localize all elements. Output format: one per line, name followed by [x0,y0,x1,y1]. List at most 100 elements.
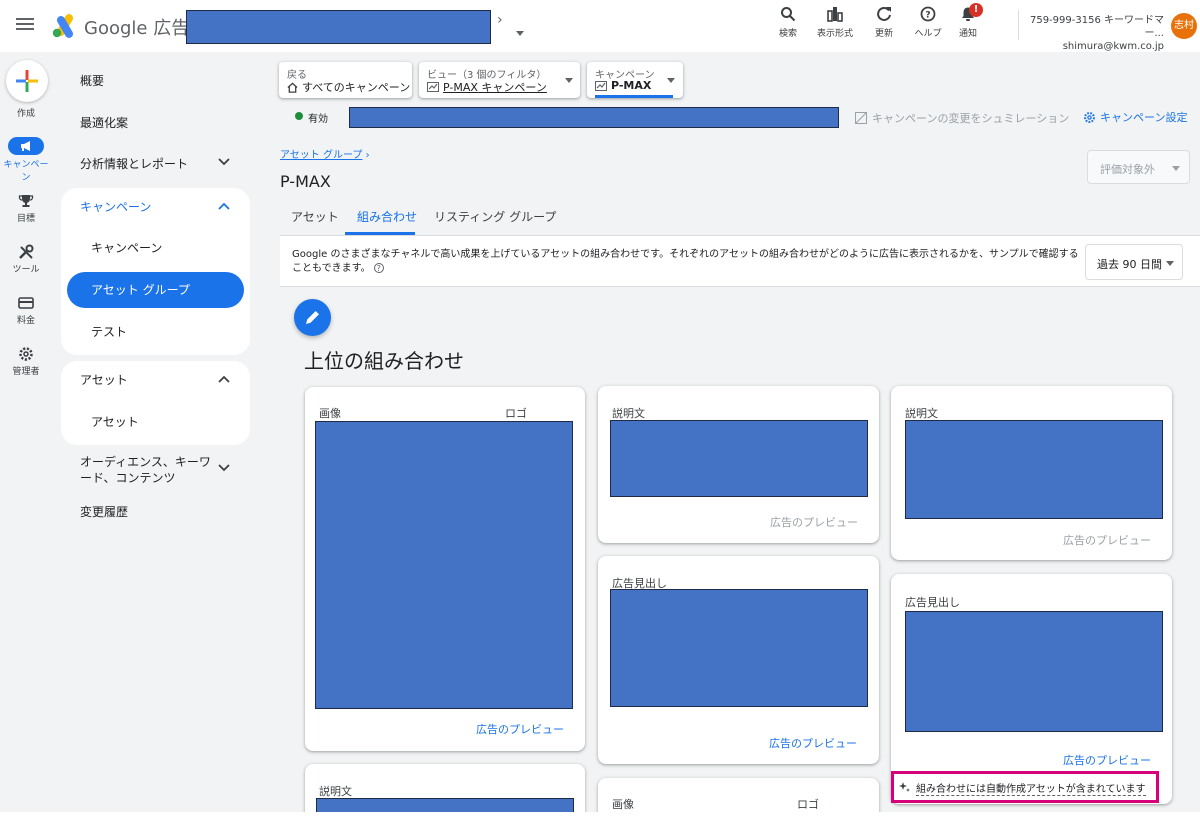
account-info[interactable]: 759-999-3156 キーワードマー... shimura@kwm.co.j… [1026,14,1164,53]
help-icon[interactable]: ? [373,263,384,273]
account-id: 759-999-3156 キーワードマー... [1029,15,1164,39]
image-label: 画像 [319,407,341,420]
sidebar-item-experiments[interactable]: テスト [91,323,127,340]
pmax-campaign-icon [427,82,439,92]
caret-down-icon [1166,261,1174,266]
ad-preview-link[interactable]: 広告のプレビュー [769,735,857,751]
sidebar-group-campaigns-label[interactable]: キャンペーン [80,198,151,215]
sidebar-item-campaigns[interactable]: キャンペーン [91,239,162,256]
section-title: 上位の組み合わせ [304,349,464,373]
sidebar-group-assets-label[interactable]: アセット [80,371,128,388]
sidebar-item-audiences[interactable]: オーディエンス、キーワード、コンテンツ [80,454,215,486]
evaluation-dropdown[interactable]: 評価対象外 [1087,150,1190,184]
date-range-dropdown[interactable]: 過去 90 日間 [1085,244,1183,280]
rail-item-goals[interactable]: 目標 [0,193,52,224]
caret-down-icon [667,78,675,83]
sidebar-item-change-history[interactable]: 変更履歴 [80,503,128,520]
chevron-down-icon[interactable] [218,464,230,472]
sidebar-item-recommendations[interactable]: 最適化案 [80,114,128,131]
credit-card-icon [18,297,34,309]
search-action[interactable]: 検索 [768,6,808,39]
chart-bars-icon [827,7,843,22]
tab-assets[interactable]: アセット [291,208,339,225]
combinations-description-text: Google のさまざまなチャネルで高い成果を上げているアセットの組み合わせです… [292,249,1079,274]
trophy-icon [18,195,34,207]
chevron-down-icon[interactable] [218,158,230,166]
search-icon [781,7,796,22]
ad-preview-link[interactable]: 広告のプレビュー [1063,532,1151,548]
ad-preview-link[interactable]: 広告のプレビュー [1063,752,1151,768]
sidebar-group-assets: アセット アセット [61,361,250,445]
sidebar-item-overview[interactable]: 概要 [80,72,104,89]
notification-badge: ! [969,3,983,17]
rail-item-billing[interactable]: 料金 [0,295,52,326]
back-button[interactable]: 戻る すべてのキャンペーン [279,62,412,98]
gear-icon [19,347,33,361]
sparkle-icon [898,781,910,793]
help-icon: ? [920,6,936,22]
tools-icon [19,244,34,259]
chevron-up-icon[interactable] [218,375,230,383]
edit-button[interactable] [294,299,331,336]
chevron-up-icon[interactable] [218,202,230,210]
description-label: 説明文 [905,407,938,420]
campaign-value: P-MAX [611,79,652,92]
evaluation-value: 評価対象外 [1100,163,1155,176]
display-label: 表示形式 [816,29,853,39]
search-label: 検索 [778,29,797,39]
campaign-name-redaction [349,107,839,128]
view-filter-dropdown[interactable]: ビュー（3 個のフィルタ） P-MAX キャンペーン [419,62,580,98]
create-button[interactable] [6,60,48,102]
sidebar-item-assets[interactable]: アセット [91,413,139,430]
ad-preview-link[interactable]: 広告のプレビュー [770,514,858,530]
description-bar: Google のさまざまなチャネルで高い成果を上げているアセットの組み合わせです… [280,235,1200,287]
campaign-dropdown[interactable]: キャンペーン P-MAX [587,62,683,98]
account-dropdown-caret-icon[interactable] [516,31,524,36]
rail-item-tools[interactable]: ツール [0,244,52,275]
google-ads-logo-icon[interactable] [52,14,78,38]
status-badge: 有効 [308,114,328,125]
rail-item-campaigns[interactable]: キャンペーン [0,137,52,183]
back-value: すべてのキャンペーン [302,81,411,94]
image-label: 画像 [612,798,634,811]
caret-down-icon [565,78,573,83]
help-action[interactable]: ? ヘルプ [908,6,948,39]
refresh-icon [877,6,891,21]
display-action[interactable]: 表示形式 [815,6,855,39]
breadcrumb[interactable]: アセット グループ › [280,146,370,161]
chevron-right-icon: › [497,12,503,28]
rail-label-admin: 管理者 [12,367,40,377]
avatar[interactable]: 志村 [1171,13,1197,39]
sidebar-item-asset-groups[interactable]: アセット グループ [67,272,244,308]
account-name-redaction [186,10,491,44]
simulate-changes-button[interactable]: キャンペーンの変更をシュミレーション [855,110,1069,126]
caret-down-icon [1172,166,1180,171]
asset-redaction [905,420,1163,519]
campaign-settings-label: キャンペーン設定 [1100,111,1188,124]
asset-redaction [905,611,1163,732]
refresh-label: 更新 [874,29,893,39]
rail-label-billing: 料金 [16,316,35,326]
gear-icon [1084,111,1095,123]
tab-listing-groups[interactable]: リスティング グループ [434,208,556,225]
rail-item-admin[interactable]: 管理者 [0,346,52,377]
date-range-value: 過去 90 日間 [1097,258,1162,271]
auto-assets-notice-text[interactable]: 組み合わせには自動作成アセットが含まれています [916,780,1146,796]
logo-label: ロゴ [797,798,819,811]
refresh-action[interactable]: 更新 [864,6,904,39]
svg-text:?: ? [925,11,930,21]
ad-preview-link[interactable]: 広告のプレビュー [476,721,564,737]
campaign-settings-button[interactable]: キャンペーン設定 [1083,109,1187,125]
description-label: 説明文 [319,785,352,798]
top-app-bar: Google 広告 › 検索 表示形式 更新 ? ヘルプ 通知 ! 759-99… [0,0,1200,52]
combination-card: 説明文 広告のプレビュー [891,386,1172,560]
tab-combinations[interactable]: 組み合わせ [357,208,417,225]
sidebar-item-insights[interactable]: 分析情報とレポート [80,155,188,172]
menu-icon[interactable] [16,16,34,32]
rail-label-tools: ツール [12,265,40,275]
combination-card: 画像 ロゴ 広告のプレビュー [305,387,585,751]
rail-label-create: 作成 [16,109,35,119]
pencil-icon [306,311,319,324]
description-label: 説明文 [612,407,645,420]
simulation-icon [855,112,867,124]
